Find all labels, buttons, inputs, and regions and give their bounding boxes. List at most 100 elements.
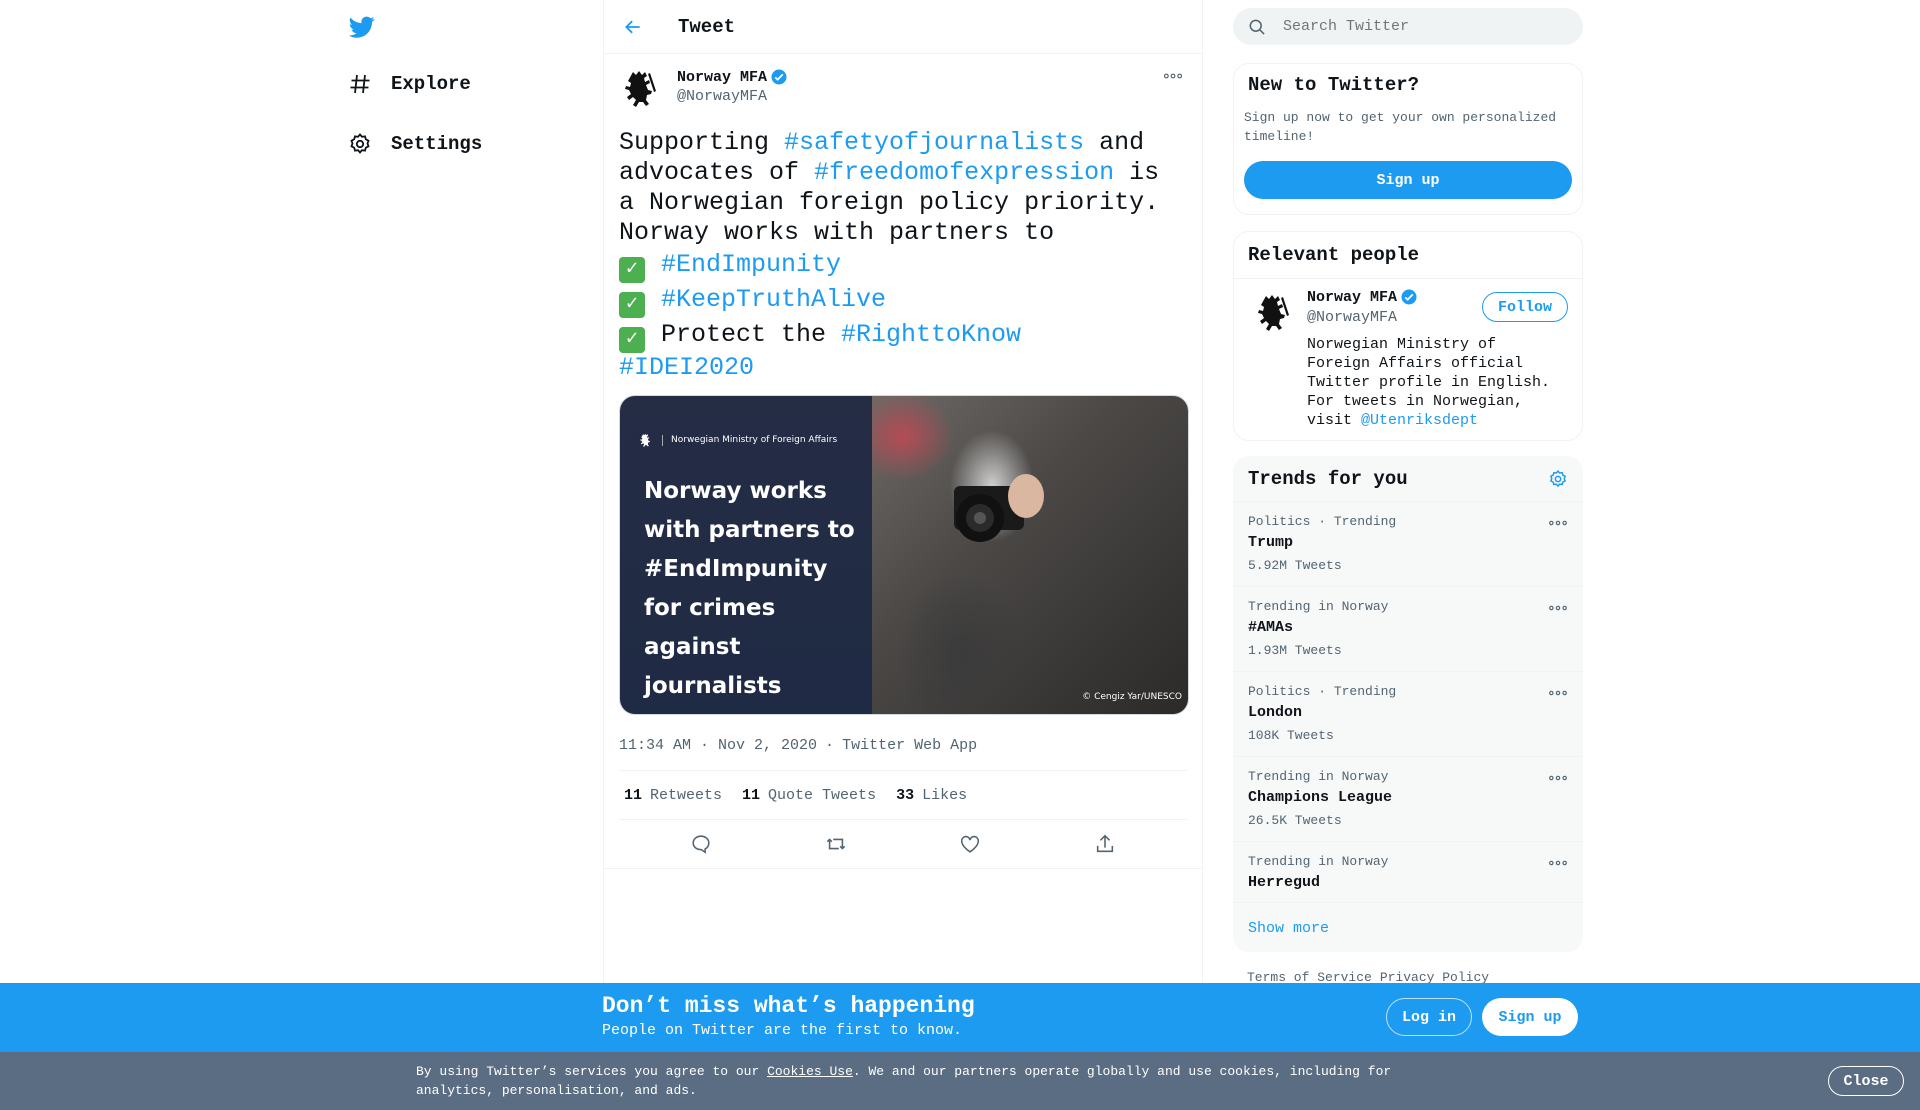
search-icon [1249, 19, 1265, 35]
likes-stat[interactable]: 33 Likes [896, 787, 967, 804]
heart-icon [961, 835, 980, 853]
trend-item[interactable]: Trending in Norway Champions League 26.5… [1234, 757, 1582, 842]
meta-separator: · [825, 737, 835, 754]
new-to-twitter-subtitle: Sign up now to get your own personalized… [1244, 110, 1557, 144]
trend-count: 26.5K Tweets [1248, 813, 1342, 828]
trends-header: Trends for you [1234, 457, 1582, 502]
retweets-count: 11 [624, 786, 643, 804]
cookie-close-button[interactable]: Close [1828, 1066, 1904, 1096]
prompt-subtitle: People on Twitter are the first to know. [602, 1022, 963, 1039]
quotes-count: 11 [742, 786, 761, 804]
relevant-people-panel: Relevant people Norway MFA @NorwayMFA Fo… [1233, 231, 1583, 441]
hashtag-link[interactable]: #IDEI2020 [619, 353, 754, 382]
trend-context: Trending in Norway [1248, 769, 1389, 784]
main-column: Tweet Norway MFA @NorwayMFA Supporting # [603, 0, 1203, 990]
cookies-use-link[interactable]: Cookies Use [767, 1064, 853, 1079]
hashtag-link[interactable]: #EndImpunity [661, 250, 841, 279]
norway-lion-icon [625, 71, 656, 107]
trend-name: Herregud [1248, 874, 1321, 891]
trend-context: Trending in Norway [1248, 854, 1389, 869]
hashtag-link[interactable]: #safetyofjournalists [784, 128, 1084, 157]
reply-button[interactable] [683, 826, 719, 862]
trend-name: Trump [1248, 534, 1294, 551]
media-headline: Norway works with partners to #EndImpuni… [644, 478, 855, 699]
checkmark-emoji-icon: ✓ [619, 292, 645, 318]
gear-icon [347, 131, 373, 157]
trend-count: 1.93M Tweets [1248, 643, 1342, 658]
media-text-panel: Norwegian Ministry of Foreign Affairs No… [620, 396, 872, 714]
hashtag-link[interactable]: #RighttoKnow [841, 320, 1021, 349]
more-dots-icon[interactable] [1548, 856, 1568, 870]
tweet-source[interactable]: Twitter Web App [842, 737, 977, 754]
gear-icon[interactable] [1548, 469, 1568, 489]
bottom-signup-button[interactable]: Sign up [1482, 998, 1578, 1036]
verified-badge-icon [1401, 289, 1417, 305]
verified-badge-icon [771, 69, 787, 85]
more-dots-icon[interactable] [1548, 686, 1568, 700]
nav-settings[interactable]: Settings [347, 122, 482, 166]
cookie-banner: By using Twitter’s services you agree to… [0, 1052, 1920, 1110]
twitter-bird-icon[interactable] [347, 14, 377, 40]
more-dots-icon[interactable] [1548, 516, 1568, 530]
tweet-timestamp[interactable]: 11:34 AM · Nov 2, 2020 [619, 737, 817, 754]
prompt-title: Don’t miss what’s happening [602, 993, 975, 1019]
relevant-person-bio: Norwegian Ministry of Foreign Affairs of… [1307, 335, 1567, 430]
search-input[interactable] [1281, 17, 1565, 36]
trend-item[interactable]: Politics · Trending London 108K Tweets [1234, 672, 1582, 757]
back-button[interactable] [614, 8, 652, 46]
author-name[interactable]: Norway MFA [677, 68, 788, 86]
quote-tweets-stat[interactable]: 11 Quote Tweets [742, 787, 876, 804]
more-dots-icon[interactable] [1548, 771, 1568, 785]
hashtag-link[interactable]: #KeepTruthAlive [661, 285, 886, 314]
relevant-people-header: Relevant people [1234, 232, 1582, 279]
trend-context: Trending in Norway [1248, 599, 1389, 614]
bio-mention-link[interactable]: @Utenriksdept [1361, 412, 1478, 429]
avatar[interactable] [619, 66, 663, 110]
author-name-text: Norway MFA [677, 68, 768, 86]
trend-count: 108K Tweets [1248, 728, 1334, 743]
signup-button[interactable]: Sign up [1244, 161, 1572, 199]
show-more-link[interactable]: Show more [1234, 903, 1582, 953]
relevant-person-name[interactable]: Norway MFA [1307, 288, 1418, 306]
avatar[interactable] [1252, 290, 1296, 334]
trend-context: Politics · Trending [1248, 684, 1397, 699]
trend-name: London [1248, 704, 1303, 721]
like-button[interactable] [952, 826, 988, 862]
retweets-stat[interactable]: 11 Retweets [624, 787, 722, 804]
retweet-button[interactable] [818, 826, 854, 862]
trends-title: Trends for you [1248, 468, 1408, 490]
tweet-text-segment: Protect the [661, 320, 842, 349]
nav-explore[interactable]: Explore [347, 62, 471, 106]
tweet-header: Norway MFA @NorwayMFA [619, 66, 1187, 110]
ministry-logo: Norwegian Ministry of Foreign Affairs [638, 432, 837, 448]
follow-button[interactable]: Follow [1482, 292, 1568, 322]
login-button[interactable]: Log in [1386, 998, 1472, 1036]
trend-item[interactable]: Trending in Norway Herregud [1234, 842, 1582, 903]
tweet: Norway MFA @NorwayMFA Supporting #safety… [604, 54, 1202, 869]
more-dots-icon [1163, 73, 1183, 79]
tweet-media-image[interactable]: Norwegian Ministry of Foreign Affairs No… [619, 395, 1189, 715]
new-to-twitter-title: New to Twitter? [1248, 74, 1420, 96]
main-header: Tweet [604, 0, 1202, 54]
retweet-icon [826, 838, 846, 850]
quotes-label: Quote Tweets [768, 786, 877, 804]
hashtag-icon [347, 71, 373, 97]
more-options-button[interactable] [1159, 66, 1187, 86]
trend-name: Champions League [1248, 789, 1393, 806]
more-dots-icon[interactable] [1548, 601, 1568, 615]
share-button[interactable] [1087, 826, 1123, 862]
hashtag-link[interactable]: #freedomofexpression [814, 158, 1114, 187]
trend-item[interactable]: Trending in Norway #AMAs 1.93M Tweets [1234, 587, 1582, 672]
author-handle[interactable]: @NorwayMFA [677, 88, 788, 105]
media-credit: © Cengiz Yar/UNESCO [1082, 692, 1182, 702]
trend-item[interactable]: Politics · Trending Trump 5.92M Tweets [1234, 502, 1582, 587]
tweet-actions [604, 820, 1202, 869]
new-to-twitter-panel: New to Twitter? Sign up now to get your … [1233, 63, 1583, 215]
arrow-left-icon [625, 20, 640, 33]
norway-lion-icon [1258, 295, 1289, 331]
search-bar[interactable] [1233, 8, 1583, 45]
nav-explore-label: Explore [391, 73, 471, 95]
relevant-person-handle[interactable]: @NorwayMFA [1307, 309, 1397, 326]
trend-count: 5.92M Tweets [1248, 558, 1342, 573]
camera-shape [954, 474, 1044, 542]
